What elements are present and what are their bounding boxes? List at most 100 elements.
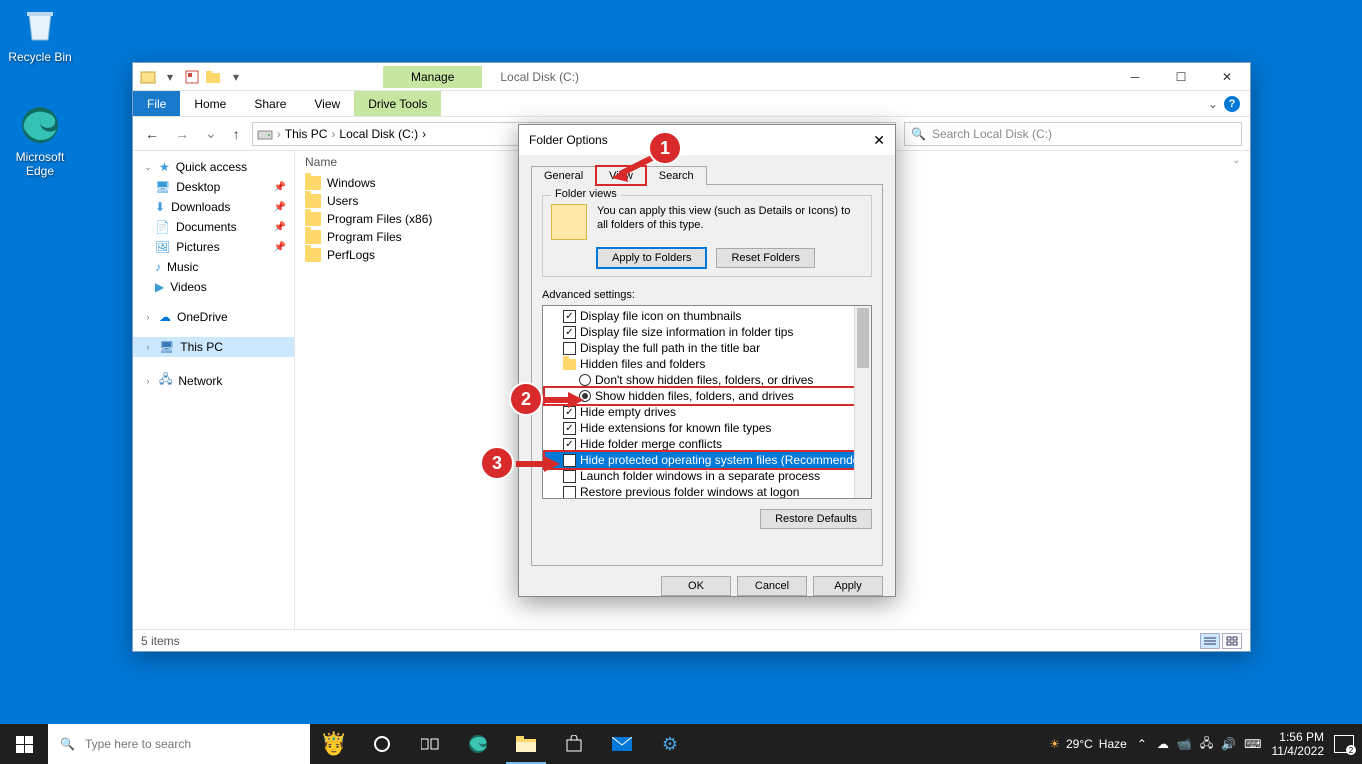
tray-onedrive-icon[interactable]: ☁: [1157, 737, 1169, 751]
recycle-bin-icon: [19, 4, 61, 46]
taskbar-store-icon[interactable]: [550, 724, 598, 764]
desktop-icon-label: Microsoft Edge: [5, 150, 75, 178]
tray-meetNow-icon[interactable]: 📹: [1177, 737, 1192, 751]
nav-videos[interactable]: ▶Videos: [133, 277, 294, 297]
apply-to-folders-button[interactable]: Apply to Folders: [597, 248, 706, 268]
ribbon-tab-view[interactable]: View: [300, 91, 354, 116]
ribbon-tab-file[interactable]: File: [133, 91, 180, 116]
column-header-name[interactable]: Name: [305, 155, 465, 169]
folder-icon: [305, 194, 321, 208]
adv-item[interactable]: ✓Hide folder merge conflicts: [545, 436, 869, 452]
contextual-tab-manage[interactable]: Manage: [383, 66, 482, 88]
start-button[interactable]: [0, 724, 48, 764]
status-text: 5 items: [141, 634, 180, 648]
restore-defaults-button[interactable]: Restore Defaults: [760, 509, 872, 529]
annotation-1: 1: [648, 131, 682, 165]
taskbar-taskview-icon[interactable]: [406, 724, 454, 764]
breadcrumb[interactable]: This PC: [285, 127, 328, 141]
ribbon-tab-drive-tools[interactable]: Drive Tools: [354, 91, 441, 116]
system-tray: ☀ 29°C Haze ⌃ ☁ 📹 🖧 🔊 ⌨ 1:56 PM 11/4/202…: [1049, 730, 1362, 759]
explorer-app-icon[interactable]: [139, 68, 157, 86]
nav-this-pc[interactable]: ›🖥This PC: [133, 337, 294, 357]
weather-widget[interactable]: ☀ 29°C Haze: [1049, 737, 1127, 751]
nav-desktop[interactable]: 🖥Desktop📌: [133, 177, 294, 197]
help-icon[interactable]: ?: [1224, 96, 1240, 112]
tray-clock[interactable]: 1:56 PM 11/4/2022: [1272, 730, 1325, 759]
desktop-icon-edge[interactable]: Microsoft Edge: [5, 104, 75, 178]
adv-item[interactable]: ✓Display file size information in folder…: [545, 324, 869, 340]
adv-item-radio-show-hidden[interactable]: Show hidden files, folders, and drives: [545, 388, 869, 404]
nav-forward-icon[interactable]: →: [171, 126, 193, 142]
taskbar-app-icon[interactable]: ⚙: [646, 724, 694, 764]
ok-button[interactable]: OK: [661, 576, 731, 596]
ribbon-tab-share[interactable]: Share: [240, 91, 300, 116]
titlebar: ▾ ▾ Manage Local Disk (C:) ─ ☐ ✕: [133, 63, 1250, 91]
adv-item[interactable]: ✓Hide empty drives: [545, 404, 869, 420]
nav-pictures[interactable]: 🖼Pictures📌: [133, 237, 294, 257]
nav-onedrive[interactable]: ›☁OneDrive: [133, 307, 294, 327]
tab-general[interactable]: General: [531, 166, 596, 185]
tray-language-icon[interactable]: ⌨: [1244, 737, 1261, 751]
search-box[interactable]: 🔍 Search Local Disk (C:): [904, 122, 1242, 146]
annotation-3: 3: [480, 446, 514, 480]
reset-folders-button[interactable]: Reset Folders: [716, 248, 814, 268]
cancel-button[interactable]: Cancel: [737, 576, 807, 596]
nav-network[interactable]: ›🖧Network: [133, 367, 294, 394]
taskbar-mail-icon[interactable]: [598, 724, 646, 764]
minimize-button[interactable]: ─: [1112, 63, 1158, 91]
adv-item[interactable]: ✓Hide extensions for known file types: [545, 420, 869, 436]
dialog-titlebar: Folder Options ✕: [519, 125, 895, 155]
folder-views-text: You can apply this view (such as Details…: [597, 204, 863, 233]
scrollbar[interactable]: [854, 306, 871, 498]
tray-volume-icon[interactable]: 🔊: [1221, 737, 1236, 751]
adv-item-radio[interactable]: Don't show hidden files, folders, or dri…: [545, 372, 869, 388]
nav-back-icon[interactable]: ←: [141, 126, 163, 142]
search-placeholder: Search Local Disk (C:): [932, 127, 1052, 141]
taskbar-pharaoh-icon[interactable]: 🤴: [310, 724, 358, 764]
dialog-close-button[interactable]: ✕: [873, 132, 885, 149]
qat-dropdown-icon[interactable]: ▾: [161, 68, 179, 86]
nav-quick-access[interactable]: ⌄★Quick access: [133, 157, 294, 177]
action-center-icon[interactable]: 2: [1334, 735, 1354, 753]
folder-options-dialog: Folder Options ✕ General View Search Fol…: [518, 124, 896, 597]
adv-item[interactable]: Display the full path in the title bar: [545, 340, 869, 356]
adv-item[interactable]: Restore previous folder windows at logon: [545, 484, 869, 499]
edge-icon: [19, 104, 61, 146]
scrollbar-thumb[interactable]: [857, 308, 869, 368]
taskbar-edge-icon[interactable]: [454, 724, 502, 764]
drive-icon: [257, 126, 273, 142]
view-details-button[interactable]: [1200, 633, 1220, 649]
tray-overflow-icon[interactable]: ⌃: [1137, 737, 1147, 751]
view-large-button[interactable]: [1222, 633, 1242, 649]
desktop-icon-label: Recycle Bin: [5, 50, 75, 64]
desktop-icon-recycle-bin[interactable]: Recycle Bin: [5, 4, 75, 64]
ribbon-tab-home[interactable]: Home: [180, 91, 240, 116]
adv-item[interactable]: Launch folder windows in a separate proc…: [545, 468, 869, 484]
taskbar-search[interactable]: 🔍 Type here to search: [48, 724, 310, 764]
maximize-button[interactable]: ☐: [1158, 63, 1204, 91]
nav-documents[interactable]: 📄Documents📌: [133, 217, 294, 237]
taskbar-explorer-icon[interactable]: [502, 724, 550, 764]
close-button[interactable]: ✕: [1204, 63, 1250, 91]
nav-music[interactable]: ♪Music: [133, 257, 294, 277]
taskbar-search-placeholder: Type here to search: [85, 737, 191, 751]
apply-button[interactable]: Apply: [813, 576, 883, 596]
advanced-settings-list[interactable]: ✓Display file icon on thumbnails ✓Displa…: [542, 305, 872, 499]
folder-icon: [305, 176, 321, 190]
folder-icon: [305, 212, 321, 226]
status-bar: 5 items: [133, 629, 1250, 651]
qat-properties-icon[interactable]: [183, 68, 201, 86]
tray-network-icon[interactable]: 🖧: [1200, 734, 1213, 755]
qat-dropdown2-icon[interactable]: ▾: [227, 68, 245, 86]
nav-recent-icon[interactable]: ⌄: [201, 125, 221, 142]
adv-item-hide-protected[interactable]: Hide protected operating system files (R…: [545, 452, 869, 468]
ribbon-collapse-icon[interactable]: ⌄: [1208, 97, 1218, 111]
taskbar-cortana-icon[interactable]: [358, 724, 406, 764]
adv-item[interactable]: ✓Display file icon on thumbnails: [545, 308, 869, 324]
window-title: Local Disk (C:): [500, 70, 579, 84]
nav-downloads[interactable]: ⬇Downloads📌: [133, 197, 294, 217]
qat-newfolder-icon[interactable]: [205, 68, 223, 86]
nav-up-icon[interactable]: ↑: [229, 126, 244, 142]
advanced-settings-label: Advanced settings:: [542, 289, 872, 301]
breadcrumb[interactable]: Local Disk (C:): [339, 127, 418, 141]
